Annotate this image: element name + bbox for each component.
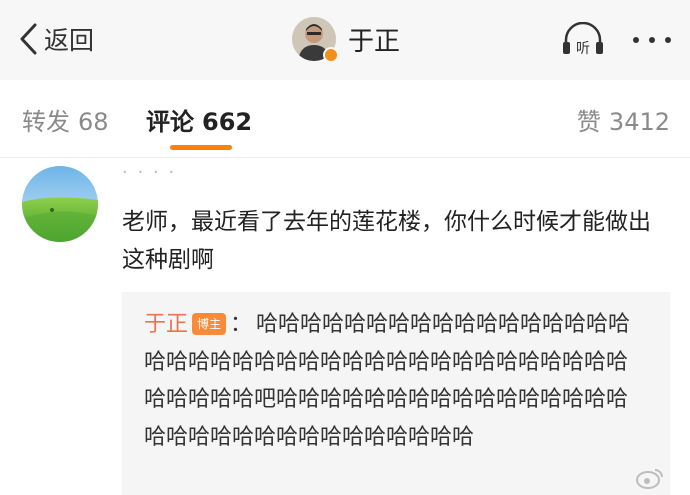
listen-button[interactable]: 听 bbox=[560, 21, 606, 58]
tab-comments[interactable]: 评论 662 bbox=[146, 102, 252, 137]
active-tab-indicator bbox=[170, 145, 232, 150]
weibo-logo-icon bbox=[636, 469, 663, 489]
host-badge: 博主 bbox=[192, 313, 227, 335]
tab-comments-count: 662 bbox=[202, 108, 253, 136]
tab-repost-label: 转发 bbox=[22, 108, 70, 136]
author-header[interactable]: 于正 bbox=[292, 16, 401, 63]
author-name: 于正 bbox=[348, 26, 401, 57]
comment-text: 老师，最近看了去年的莲花楼，你什么时候才能做出这种剧啊 bbox=[122, 209, 651, 273]
tab-likes-count: 3412 bbox=[608, 108, 670, 136]
reply-content: 于正 博主：哈哈哈哈哈哈哈哈哈哈哈哈哈哈哈哈哈哈哈哈哈哈哈哈哈哈哈哈哈哈哈哈哈哈哈… bbox=[144, 306, 634, 456]
top-nav-bar: 返回 于正 听 bbox=[0, 0, 690, 80]
listen-label: 听 bbox=[576, 41, 590, 57]
reply-box[interactable]: 于正 博主：哈哈哈哈哈哈哈哈哈哈哈哈哈哈哈哈哈哈哈哈哈哈哈哈哈哈哈哈哈哈哈哈哈哈哈… bbox=[122, 292, 670, 495]
tab-likes[interactable]: 赞 3412 bbox=[577, 102, 670, 137]
tab-repost[interactable]: 转发 68 bbox=[22, 102, 109, 137]
back-button[interactable]: 返回 bbox=[18, 21, 94, 57]
headphones-listen-icon: 听 bbox=[563, 21, 603, 57]
commenter-avatar[interactable] bbox=[22, 166, 98, 242]
divider bbox=[0, 157, 690, 158]
commenter-username[interactable]: · · · · bbox=[122, 162, 176, 183]
weibo-watermark bbox=[636, 467, 664, 489]
author-avatar[interactable] bbox=[292, 17, 339, 63]
back-label: 返回 bbox=[44, 26, 95, 55]
tab-likes-label: 赞 bbox=[576, 108, 601, 136]
reply-separator: ： bbox=[230, 312, 253, 337]
more-options-button[interactable] bbox=[630, 30, 674, 50]
chevron-left-icon bbox=[20, 23, 37, 55]
tab-comments-label: 评论 bbox=[146, 108, 194, 136]
tabs-bar: 转发 68 评论 662 赞 3412 bbox=[0, 80, 690, 158]
tab-repost-count: 68 bbox=[78, 108, 109, 136]
verified-badge-icon bbox=[323, 47, 339, 63]
more-dots-icon bbox=[633, 37, 671, 43]
reply-author[interactable]: 于正 bbox=[144, 312, 188, 337]
